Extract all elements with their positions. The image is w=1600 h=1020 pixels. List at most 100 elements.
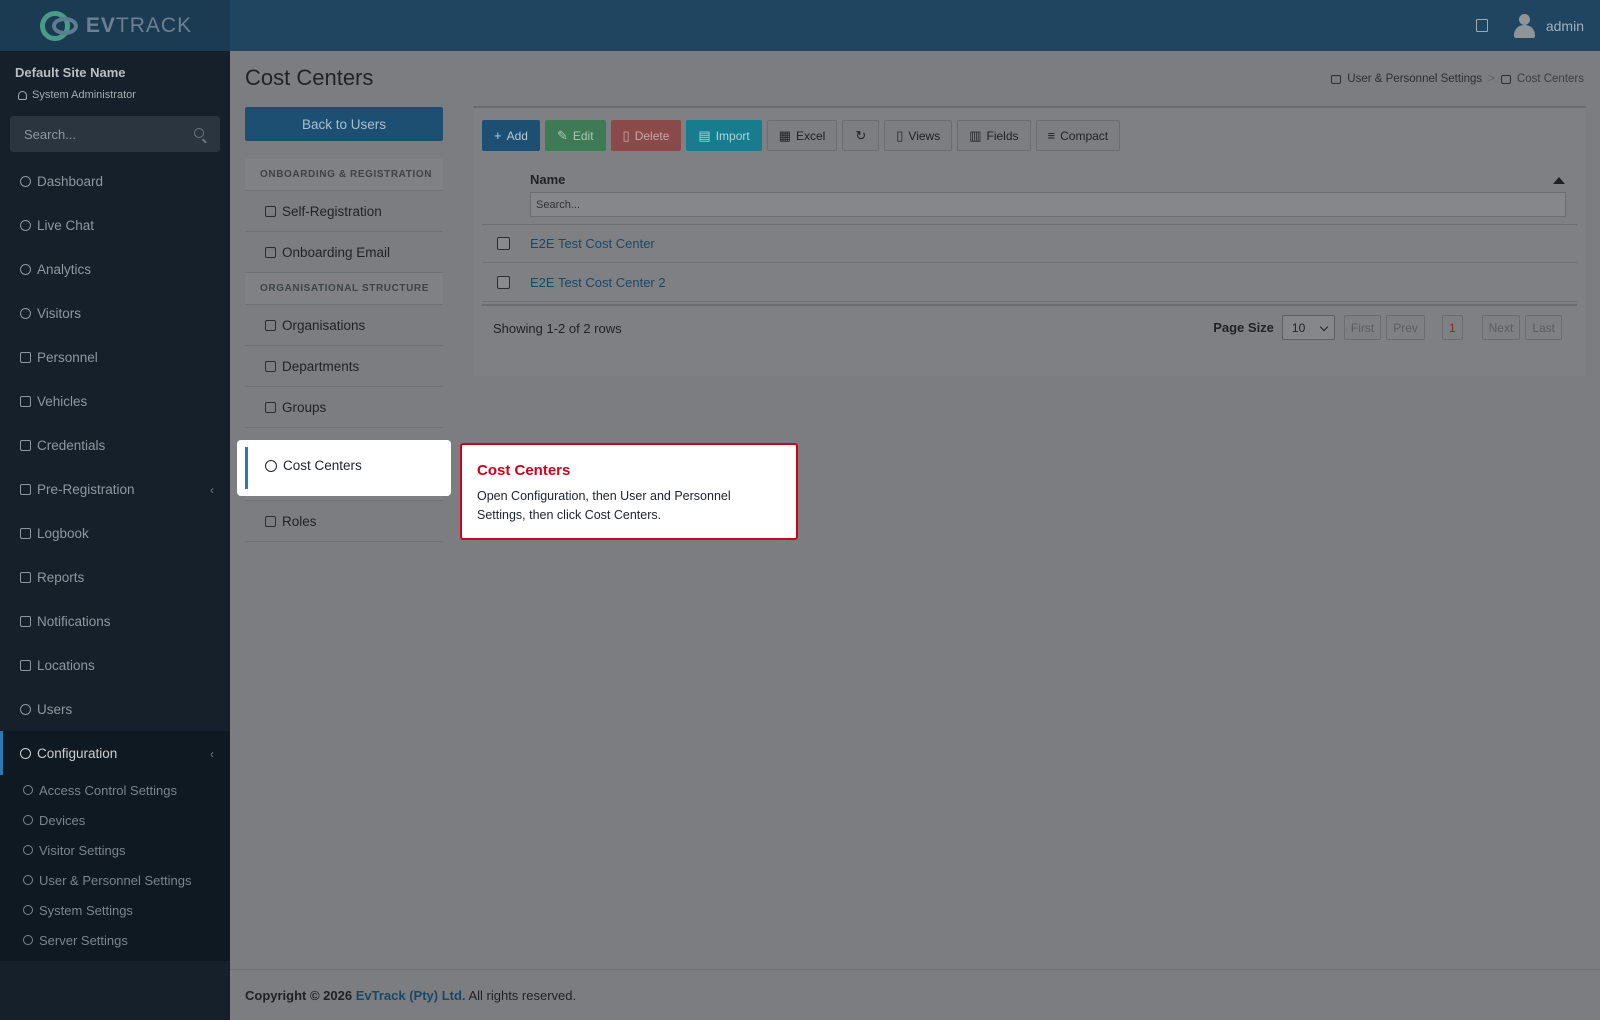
subitem-server-settings[interactable]: Server Settings [0,925,230,955]
breadcrumb-parent[interactable]: User & Personnel Settings [1347,73,1482,85]
sidebar-item-configuration[interactable]: Configuration ‹ [0,731,230,775]
tooltip-body: Open Configuration, then User and Person… [477,489,731,522]
company-link[interactable]: EvTrack (Pty) Ltd. [356,988,466,1003]
trash-icon: ▯ [622,127,630,143]
eye-icon [20,307,31,319]
sidebar-item-pre-registration[interactable]: Pre-Registration ‹ [0,467,230,511]
sidebar-search-input[interactable] [10,116,180,152]
subnav-groups[interactable]: Groups [245,387,443,428]
compact-button[interactable]: ≡ Compact [1035,120,1121,151]
row-checkbox[interactable] [497,276,510,289]
subnav-onboarding-email[interactable]: Onboarding Email [245,232,443,273]
excel-button[interactable]: ▦ Excel [766,120,838,151]
sidebar-item-locations[interactable]: Locations [0,643,230,687]
sort-ascending-icon[interactable] [1553,177,1565,184]
active-indicator [245,447,248,489]
edit-button[interactable]: ✎ Edit [544,120,606,151]
site-name: Default Site Name [15,65,126,80]
copyright-text: Copyright © 2026 EvTrack (Pty) Ltd. All … [245,988,577,1003]
section-onboarding-registration: ONBOARDING & REGISTRATION [245,159,443,191]
row-name-link[interactable]: E2E Test Cost Center [530,236,655,251]
avatar [1512,13,1536,39]
first-page-button[interactable]: First [1343,315,1382,340]
footer: Copyright © 2026 EvTrack (Pty) Ltd. All … [230,969,1600,1020]
column-search-input[interactable] [530,192,1566,217]
page-size-select[interactable]: 10 [1281,315,1335,340]
swap-icon [20,483,31,495]
views-button[interactable]: ▯ Views [884,120,953,151]
user-gear-icon [20,703,31,715]
table-toolbar: + Add ✎ Edit ▯ Delete ▤ Import ▦ Excel ↻ ▯ Vie… [482,120,1121,151]
columns-icon: ▥ [969,127,982,143]
configuration-submenu: Access Control Settings Devices Visitor … [0,775,230,961]
delete-button[interactable]: ▯ Delete [610,120,682,151]
table-divider [482,304,1577,306]
sidebar-item-vehicles[interactable]: Vehicles [0,379,230,423]
subnav-cost-centers[interactable]: Cost Centers [239,442,449,494]
last-page-button[interactable]: Last [1525,315,1562,340]
sidebar-item-visitors[interactable]: Visitors [0,291,230,335]
row-count-text: Showing 1-2 of 2 rows [493,321,622,336]
guide-tooltip: Cost Centers Open Configuration, then Us… [460,443,798,540]
import-button[interactable]: ▤ Import [686,120,762,151]
column-name-header[interactable]: Name [530,172,565,187]
user-menu[interactable]: admin [1512,13,1584,39]
refresh-icon: ↻ [855,127,867,143]
sidebar-item-dashboard[interactable]: Dashboard [0,159,230,203]
back-to-users-button[interactable]: Back to Users [245,107,443,141]
chevron-left-icon: ‹ [210,483,214,497]
subitem-devices[interactable]: Devices [0,805,230,835]
prev-page-button[interactable]: Prev [1386,315,1425,340]
key-icon [265,515,276,527]
sidebar-nav: Dashboard Live Chat Analytics Visitors P… [0,159,230,961]
page-size-label: Page Size [1213,320,1274,335]
top-header: EVTRACK admin [0,0,1600,51]
breadcrumb-current: Cost Centers [1516,73,1584,85]
row-checkbox[interactable] [497,237,510,250]
search-icon[interactable] [194,128,204,138]
next-page-button[interactable]: Next [1481,315,1521,340]
sidebar-item-personnel[interactable]: Personnel [0,335,230,379]
refresh-button[interactable]: ↻ [842,120,880,151]
user-gear-icon [1331,74,1342,84]
building-icon[interactable] [1475,19,1488,32]
dashboard-icon [20,175,31,187]
subitem-access-control-settings[interactable]: Access Control Settings [0,775,230,805]
users-icon [20,351,31,363]
subitem-user-personnel-settings[interactable]: User & Personnel Settings [0,865,230,895]
subnav-departments[interactable]: Departments [245,346,443,387]
add-button[interactable]: + Add [482,120,540,151]
dollar-circle-icon [265,459,277,472]
app-logo[interactable]: EVTRACK [0,0,230,51]
pagination: Page Size 10 First Prev 1 Next Last [1213,315,1562,340]
subnav-roles[interactable]: Roles [245,501,443,542]
sidebar-item-live-chat[interactable]: Live Chat [0,203,230,247]
subnav-self-registration[interactable]: Self-Registration [245,191,443,232]
sidebar-item-analytics[interactable]: Analytics [0,247,230,291]
sidebar-item-reports[interactable]: Reports [0,555,230,599]
table-row[interactable]: E2E Test Cost Center 2 [482,264,1577,302]
sidebar-item-users[interactable]: Users [0,687,230,731]
gear-icon [20,747,31,759]
tooltip-title: Cost Centers [477,462,571,479]
sidebar-item-logbook[interactable]: Logbook [0,511,230,555]
subitem-visitor-settings[interactable]: Visitor Settings [0,835,230,865]
cost-centers-card: + Add ✎ Edit ▯ Delete ▤ Import ▦ Excel ↻ ▯ Vie… [473,106,1586,376]
sidebar-item-notifications[interactable]: Notifications [0,599,230,643]
table-row[interactable]: E2E Test Cost Center [482,225,1577,263]
row-name-link[interactable]: E2E Test Cost Center 2 [530,275,666,290]
user-gear-icon [23,875,33,885]
layers-icon [265,401,276,413]
list-icon: ≡ [1047,128,1056,143]
subitem-system-settings[interactable]: System Settings [0,895,230,925]
bookmark-icon: ▯ [896,127,904,143]
current-page-button[interactable]: 1 [1441,315,1463,340]
sidebar: Default Site Name System Administrator D… [0,51,230,1020]
fields-button[interactable]: ▥ Fields [957,120,1031,151]
subnav-cost-centers-label: Cost Centers [265,458,362,473]
subnav-organisations[interactable]: Organisations [245,305,443,346]
lock-icon [23,785,33,795]
chip-icon [23,815,33,825]
table-icon: ▦ [778,127,791,143]
sidebar-item-credentials[interactable]: Credentials [0,423,230,467]
